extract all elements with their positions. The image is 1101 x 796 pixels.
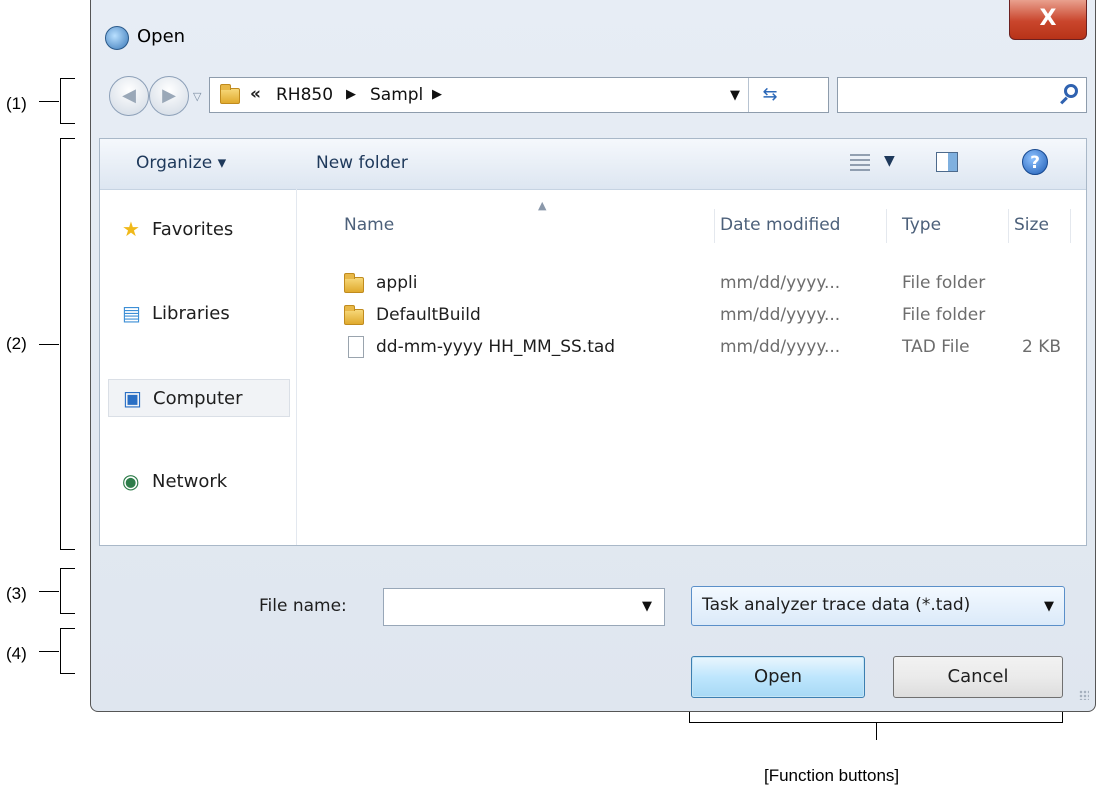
computer-icon: ▣ [123, 386, 142, 410]
column-divider[interactable] [714, 209, 715, 243]
sidebar-item-network[interactable]: ◉ Network [108, 463, 290, 501]
browser-area: Organize ▾ New folder ▼ ? ★ Favorites ▤ … [99, 138, 1087, 546]
breadcrumb-chevron-icon[interactable]: ▶ [432, 87, 442, 102]
annotation-bracket-4 [39, 628, 75, 674]
breadcrumb-rh850[interactable]: RH850 [276, 85, 333, 105]
file-type: TAD File [902, 337, 970, 357]
annotation-label-2: (2) [6, 334, 27, 353]
sidebar-item-computer[interactable]: ▣ Computer [108, 379, 290, 417]
open-button[interactable]: Open [691, 656, 865, 698]
sidebar-item-libraries[interactable]: ▤ Libraries [108, 295, 290, 333]
file-type: File folder [902, 273, 986, 293]
star-icon: ★ [122, 217, 140, 241]
column-header-date-modified[interactable]: Date modified [720, 215, 840, 235]
navigation-bar: ◀ ▶ ▽ « RH850 ▶ Sampl ▶ ▼ ⇆ [91, 66, 1095, 126]
file-name: appli [376, 273, 418, 293]
column-header-name[interactable]: Name [344, 215, 394, 235]
column-header-size[interactable]: Size [1014, 215, 1049, 235]
file-date: mm/dd/yyyy... [720, 273, 841, 293]
annotation-bracket-2 [39, 138, 75, 550]
new-folder-button[interactable]: New folder [316, 153, 408, 173]
sort-ascending-icon: ▲ [538, 199, 547, 212]
help-icon[interactable]: ? [1022, 149, 1048, 175]
annotation-label-3: (3) [6, 584, 27, 603]
column-header-type[interactable]: Type [902, 215, 941, 235]
file-icon [348, 336, 364, 358]
file-type: File folder [902, 305, 986, 325]
file-list: ▲ Name Date modified Type Size appli mm/… [310, 189, 1086, 545]
annotation-bracket-3 [39, 568, 75, 614]
column-divider[interactable] [886, 209, 887, 243]
command-bar: Organize ▾ New folder ▼ ? [100, 139, 1086, 190]
file-name: dd-mm-yyyy HH_MM_SS.tad [376, 337, 616, 357]
libraries-icon: ▤ [122, 301, 141, 325]
file-row[interactable]: dd-mm-yyyy HH_MM_SS.tad mm/dd/yyyy... TA… [310, 333, 1086, 363]
sidebar-item-label: Favorites [152, 219, 234, 240]
column-divider[interactable] [1008, 209, 1009, 243]
dialog-title: Open [137, 26, 186, 47]
preview-pane-icon[interactable] [936, 152, 958, 172]
organize-button[interactable]: Organize ▾ [136, 153, 226, 173]
chevron-down-icon[interactable]: ▼ [642, 599, 652, 614]
recent-locations-dropdown[interactable]: ▽ [193, 90, 201, 103]
navigation-pane: ★ Favorites ▤ Libraries ▣ Computer ◉ Net… [100, 189, 297, 545]
network-icon: ◉ [122, 469, 140, 493]
search-input[interactable] [837, 77, 1087, 113]
views-icon[interactable] [850, 154, 870, 172]
forward-button[interactable]: ▶ [149, 76, 189, 116]
sidebar-item-label: Network [152, 471, 228, 492]
file-date: mm/dd/yyyy... [720, 337, 841, 357]
file-row[interactable]: appli mm/dd/yyyy... File folder [310, 269, 1086, 299]
cancel-button[interactable]: Cancel [893, 656, 1063, 698]
address-bar[interactable]: « RH850 ▶ Sampl ▶ ▼ ⇆ [209, 77, 829, 113]
open-dialog: Open X ◀ ▶ ▽ « RH850 ▶ Sampl ▶ ▼ ⇆ Organ… [90, 0, 1096, 712]
breadcrumb-chevron-icon[interactable]: ▶ [346, 87, 356, 102]
file-name-label: File name: [259, 596, 347, 616]
app-icon [105, 26, 129, 50]
sidebar-item-favorites[interactable]: ★ Favorites [108, 211, 290, 249]
annotation-bracket-1 [39, 78, 75, 124]
function-buttons-caption: [Function buttons] [764, 766, 900, 785]
annotation-label-1: (1) [6, 94, 27, 113]
address-dropdown-icon[interactable]: ▼ [730, 88, 740, 103]
back-button[interactable]: ◀ [109, 76, 149, 116]
folder-icon [344, 273, 364, 293]
search-icon[interactable] [1064, 84, 1078, 98]
file-row[interactable]: DefaultBuild mm/dd/yyyy... File folder [310, 301, 1086, 331]
file-type-value: Task analyzer trace data (*.tad) [702, 595, 971, 615]
column-divider[interactable] [1070, 209, 1071, 243]
breadcrumb-sampl[interactable]: Sampl [370, 85, 423, 105]
title-bar: Open X [91, 0, 1095, 66]
file-name-field[interactable]: ▼ [383, 588, 665, 626]
folder-icon [220, 84, 240, 104]
views-dropdown-icon[interactable]: ▼ [884, 153, 895, 169]
annotation-label-4: (4) [6, 644, 27, 663]
file-date: mm/dd/yyyy... [720, 305, 841, 325]
resize-grip-icon[interactable] [1079, 690, 1089, 700]
sidebar-item-label: Computer [153, 388, 243, 409]
refresh-icon[interactable]: ⇆ [748, 78, 791, 112]
file-type-select[interactable]: Task analyzer trace data (*.tad) ▼ [691, 586, 1065, 626]
sidebar-item-label: Libraries [152, 303, 230, 324]
close-button[interactable]: X [1009, 0, 1087, 40]
file-name: DefaultBuild [376, 305, 481, 325]
dialog-footer: File name: ▼ Task analyzer trace data (*… [91, 556, 1095, 706]
address-overflow[interactable]: « [250, 84, 261, 104]
folder-icon [344, 305, 364, 325]
file-size: 2 KB [1022, 337, 1062, 357]
chevron-down-icon[interactable]: ▼ [1044, 599, 1054, 614]
